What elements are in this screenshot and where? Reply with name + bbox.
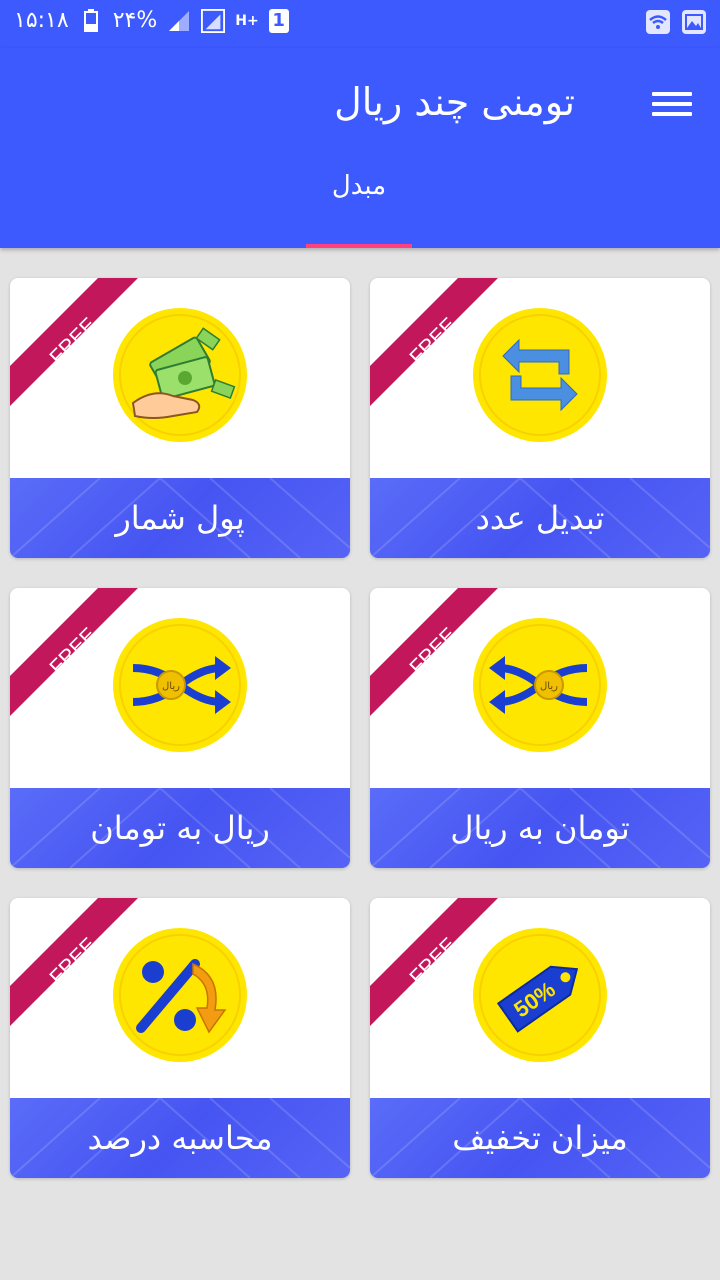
card-footer: محاسبه درصد	[10, 1098, 350, 1178]
tab-label: مبدل	[331, 171, 387, 201]
signal-icon	[169, 10, 190, 31]
card-number-converter[interactable]: FREE تبدیل عدد	[370, 278, 710, 558]
card-label: میزان تخفیف	[452, 1119, 628, 1157]
menu-icon-line	[652, 112, 692, 116]
sim-indicator: 1	[268, 8, 289, 33]
card-label: ریال به تومان	[90, 809, 270, 847]
wifi-icon	[646, 10, 670, 34]
status-time: ۱۵:۱۸	[14, 8, 69, 33]
card-footer: تبدیل عدد	[370, 478, 710, 558]
card-rial-to-toman[interactable]: FREE ریال ریال به تومان	[10, 588, 350, 868]
card-discount[interactable]: FREE 50% میزان تخفیف	[370, 898, 710, 1178]
svg-text:ریال: ریال	[540, 681, 558, 692]
card-money-counter[interactable]: FREE پول شمار	[10, 278, 350, 558]
card-percent-calc[interactable]: FREE محاسبه درصد	[10, 898, 350, 1178]
discount-tag-icon: 50%	[473, 928, 607, 1062]
status-bar: ۱۵:۱۸ ۲۴% H+ 1	[0, 0, 720, 48]
signal-box-icon	[201, 8, 226, 33]
status-right	[646, 10, 706, 34]
card-label: تبدیل عدد	[475, 499, 605, 537]
exchange-arrows-icon	[473, 308, 607, 442]
battery-icon	[83, 8, 98, 32]
card-label: تومان به ریال	[450, 809, 630, 847]
card-footer: میزان تخفیف	[370, 1098, 710, 1178]
money-hand-icon	[113, 308, 247, 442]
card-toman-to-rial[interactable]: FREE ریال تومان به ریال	[370, 588, 710, 868]
menu-icon-line	[652, 102, 692, 106]
image-notification-icon	[682, 10, 706, 34]
card-footer: ریال به تومان	[10, 788, 350, 868]
card-footer: تومان به ریال	[370, 788, 710, 868]
card-label: پول شمار	[115, 499, 245, 537]
app-bar: تومنی چند ریال مبدل	[0, 48, 720, 248]
menu-icon-line	[652, 92, 692, 96]
menu-button[interactable]	[652, 88, 692, 120]
status-left: ۱۵:۱۸ ۲۴% H+ 1	[14, 8, 289, 33]
card-footer: پول شمار	[10, 478, 350, 558]
app-title: تومنی چند ریال	[334, 80, 575, 124]
tab-indicator	[306, 244, 412, 248]
tab-converter[interactable]: مبدل	[306, 166, 412, 248]
card-label: محاسبه درصد	[87, 1119, 273, 1157]
svg-text:ریال: ریال	[162, 681, 180, 692]
rial-to-toman-icon: ریال	[113, 618, 247, 752]
battery-percent: ۲۴%	[112, 8, 158, 33]
toman-to-rial-icon: ریال	[473, 618, 607, 752]
network-type: H+	[235, 12, 259, 29]
percent-icon	[113, 928, 247, 1062]
